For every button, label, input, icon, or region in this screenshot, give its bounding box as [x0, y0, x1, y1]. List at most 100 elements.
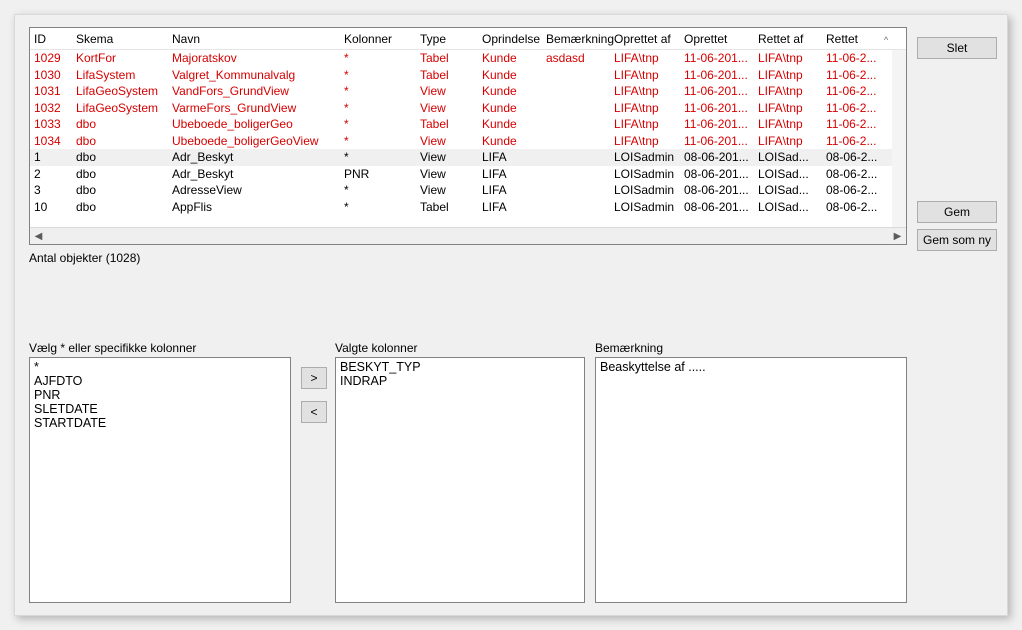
table-cell: LifaGeoSystem: [76, 84, 172, 98]
col-type[interactable]: Type: [420, 32, 482, 46]
table-cell: Kunde: [482, 101, 546, 115]
table-cell: Adr_Beskyt: [172, 150, 344, 164]
table-cell: dbo: [76, 150, 172, 164]
selected-columns-listbox[interactable]: BESKYT_TYPINDRAP: [335, 357, 585, 603]
col-rettet[interactable]: Rettet: [826, 32, 882, 46]
available-columns-listbox[interactable]: *AJFDTOPNRSLETDATESTARTDATE: [29, 357, 291, 603]
col-rettet-af[interactable]: Rettet af: [758, 32, 826, 46]
table-cell: 3: [34, 183, 76, 197]
col-oprettet-af[interactable]: Oprettet af: [614, 32, 684, 46]
scroll-track[interactable]: [47, 228, 889, 244]
remove-column-button[interactable]: <: [301, 401, 327, 423]
table-cell: Tabel: [420, 200, 482, 214]
table-cell: VandFors_GrundView: [172, 84, 344, 98]
table-cell: 11-06-2...: [826, 84, 882, 98]
horizontal-scrollbar[interactable]: ◀ ▶: [30, 227, 906, 244]
table-cell: *: [344, 150, 420, 164]
table-cell: Tabel: [420, 68, 482, 82]
table-cell: LIFA\tnp: [614, 84, 684, 98]
table-cell: AppFlis: [172, 200, 344, 214]
table-cell: LOISad...: [758, 167, 826, 181]
table-row[interactable]: 2dboAdr_BeskytPNRViewLIFALOISadmin08-06-…: [30, 166, 906, 183]
table-cell: 08-06-201...: [684, 167, 758, 181]
col-sort-icon[interactable]: ^: [882, 32, 896, 46]
table-cell: LIFA\tnp: [758, 84, 826, 98]
table-cell: Kunde: [482, 117, 546, 131]
table-row[interactable]: 1dboAdr_Beskyt*ViewLIFALOISadmin08-06-20…: [30, 149, 906, 166]
col-bemaerkning[interactable]: Bemærkning: [546, 32, 614, 46]
vertical-scrollbar[interactable]: [892, 50, 906, 227]
table-row[interactable]: 1030LifaSystemValgret_Kommunalvalg*Tabel…: [30, 67, 906, 84]
table-cell: Majoratskov: [172, 51, 344, 65]
sort-up-icon: ^: [882, 35, 888, 45]
table-row[interactable]: 1033dboUbeboede_boligerGeo*TabelKundeLIF…: [30, 116, 906, 133]
table-cell: 08-06-2...: [826, 200, 882, 214]
list-item[interactable]: PNR: [34, 388, 286, 402]
table-cell: dbo: [76, 134, 172, 148]
table-row[interactable]: 10dboAppFlis*TabelLIFALOISadmin08-06-201…: [30, 199, 906, 216]
delete-button[interactable]: Slet: [917, 37, 997, 59]
table-cell: 11-06-2...: [826, 134, 882, 148]
selected-columns-label: Valgte kolonner: [335, 341, 418, 355]
table-row[interactable]: 1032LifaGeoSystemVarmeFors_GrundView*Vie…: [30, 100, 906, 117]
table-cell: 08-06-201...: [684, 183, 758, 197]
grid-body[interactable]: 1029KortForMajoratskov*TabelKundeasdasdL…: [30, 50, 906, 215]
col-skema[interactable]: Skema: [76, 32, 172, 46]
remark-textbox[interactable]: Beaskyttelse af .....: [595, 357, 907, 603]
table-cell: Kunde: [482, 134, 546, 148]
table-cell: dbo: [76, 117, 172, 131]
table-cell: LIFA: [482, 183, 546, 197]
table-cell: *: [344, 51, 420, 65]
table-cell: LIFA\tnp: [614, 68, 684, 82]
add-column-button[interactable]: >: [301, 367, 327, 389]
table-cell: LifaGeoSystem: [76, 101, 172, 115]
scroll-left-icon[interactable]: ◀: [30, 228, 47, 244]
table-row[interactable]: 3dboAdresseView*ViewLIFALOISadmin08-06-2…: [30, 182, 906, 199]
table-cell: VarmeFors_GrundView: [172, 101, 344, 115]
list-item[interactable]: STARTDATE: [34, 416, 286, 430]
table-cell: LIFA\tnp: [758, 51, 826, 65]
table-cell: LIFA\tnp: [758, 117, 826, 131]
scroll-right-icon[interactable]: ▶: [889, 228, 906, 244]
col-kolonner[interactable]: Kolonner: [344, 32, 420, 46]
remark-label: Bemærkning: [595, 341, 663, 355]
col-oprettet[interactable]: Oprettet: [684, 32, 758, 46]
col-oprindelse[interactable]: Oprindelse: [482, 32, 546, 46]
table-cell: 11-06-201...: [684, 84, 758, 98]
table-cell: *: [344, 101, 420, 115]
table-cell: Kunde: [482, 51, 546, 65]
save-button[interactable]: Gem: [917, 201, 997, 223]
table-cell: *: [344, 183, 420, 197]
table-cell: *: [344, 84, 420, 98]
table-cell: LIFA\tnp: [614, 134, 684, 148]
main-panel: ID Skema Navn Kolonner Type Oprindelse B…: [14, 14, 1008, 616]
list-item[interactable]: INDRAP: [340, 374, 580, 388]
object-grid[interactable]: ID Skema Navn Kolonner Type Oprindelse B…: [29, 27, 907, 245]
table-cell: 08-06-201...: [684, 150, 758, 164]
list-item[interactable]: BESKYT_TYP: [340, 360, 580, 374]
table-cell: 11-06-2...: [826, 101, 882, 115]
table-cell: View: [420, 167, 482, 181]
table-cell: 11-06-201...: [684, 68, 758, 82]
save-as-new-button[interactable]: Gem som ny: [917, 229, 997, 251]
table-cell: LOISad...: [758, 200, 826, 214]
table-cell: Kunde: [482, 68, 546, 82]
list-item[interactable]: *: [34, 360, 286, 374]
col-id[interactable]: ID: [34, 32, 76, 46]
table-row[interactable]: 1034dboUbeboede_boligerGeoView*ViewKunde…: [30, 133, 906, 150]
table-row[interactable]: 1031LifaGeoSystemVandFors_GrundView*View…: [30, 83, 906, 100]
table-cell: *: [344, 134, 420, 148]
table-cell: Kunde: [482, 84, 546, 98]
list-item[interactable]: SLETDATE: [34, 402, 286, 416]
table-cell: 1030: [34, 68, 76, 82]
table-cell: LIFA\tnp: [758, 134, 826, 148]
table-cell: View: [420, 150, 482, 164]
list-item[interactable]: AJFDTO: [34, 374, 286, 388]
col-navn[interactable]: Navn: [172, 32, 344, 46]
table-row[interactable]: 1029KortForMajoratskov*TabelKundeasdasdL…: [30, 50, 906, 67]
table-cell: Adr_Beskyt: [172, 167, 344, 181]
table-cell: LIFA\tnp: [614, 101, 684, 115]
table-cell: View: [420, 101, 482, 115]
table-cell: Tabel: [420, 51, 482, 65]
grid-header-row[interactable]: ID Skema Navn Kolonner Type Oprindelse B…: [30, 28, 906, 50]
